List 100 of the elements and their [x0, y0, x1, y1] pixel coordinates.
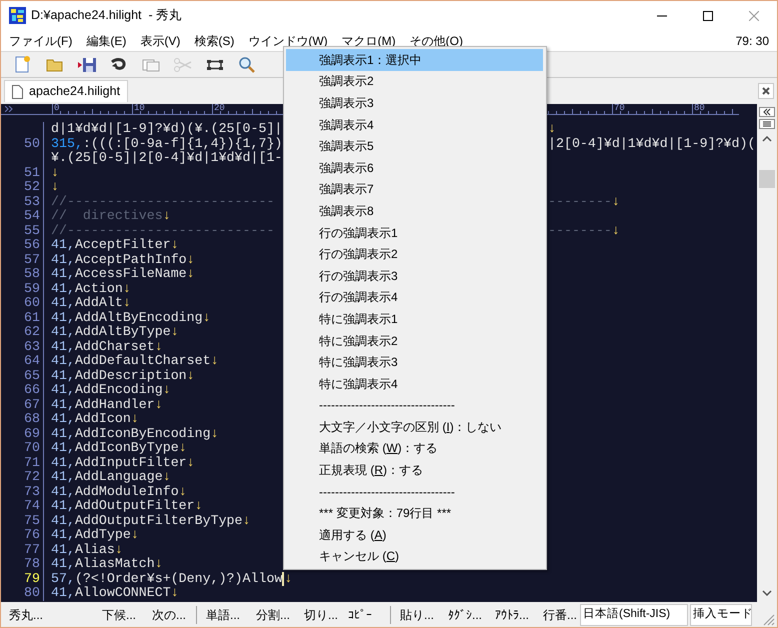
line-end-mark: ↓	[162, 470, 171, 484]
menu-item[interactable]: キャンセル (C)	[286, 546, 543, 568]
line-number: 55	[24, 222, 40, 238]
close-icon	[762, 87, 770, 95]
code-text: 41,	[51, 238, 75, 252]
list-icon[interactable]	[759, 119, 775, 129]
menu-item[interactable]: 強調表示1：選択中	[286, 49, 543, 71]
code-text: AliasMatch	[74, 557, 155, 572]
file-tab[interactable]: apache24.hilight	[4, 80, 128, 102]
collapse-ruler-icon[interactable]	[759, 107, 775, 117]
status-button[interactable]: 分割...	[250, 604, 298, 626]
status-button[interactable]: 行番...	[537, 604, 578, 626]
status-button[interactable]: 下候...	[96, 604, 146, 626]
code-text: 41,	[51, 557, 75, 572]
menu-item[interactable]: 編集(E)	[79, 30, 134, 51]
code-text: 41,	[51, 484, 75, 499]
line-end-mark: ↓	[202, 310, 211, 325]
line-number: 50	[24, 136, 40, 150]
menu-item[interactable]: 強調表示7	[286, 178, 543, 200]
text-cursor	[282, 572, 284, 586]
resize-grip-icon[interactable]	[761, 612, 775, 626]
code-text: 41,	[51, 354, 75, 368]
line-number: 69	[24, 426, 40, 440]
code-text: AddIcon	[74, 412, 131, 426]
code-text: 41,	[51, 514, 75, 528]
line-number: 56	[24, 237, 40, 252]
menu-item[interactable]: 強調表示2	[286, 70, 543, 92]
scroll-up-icon[interactable]	[762, 136, 772, 142]
line-end-mark: ↓	[194, 499, 203, 514]
code-text: Action	[74, 282, 123, 296]
code-text: AddType	[74, 528, 131, 542]
code-text: (?<!Order¥s+(Deny,)?)Allow	[74, 572, 282, 586]
status-button[interactable]: 次の...	[146, 604, 193, 626]
line-end-mark: ↓	[114, 542, 123, 557]
line-number: 61	[24, 310, 40, 324]
menu-item[interactable]: 行の強調表示1	[286, 222, 543, 244]
menu-item[interactable]: 行の強調表示4	[286, 286, 543, 308]
status-button[interactable]: 単語...	[200, 604, 250, 626]
line-number: 65	[24, 368, 40, 382]
line-end-mark: ↓	[186, 368, 195, 383]
code-text: AddAltByType	[74, 325, 171, 340]
code-text: ¥.(25[0-5]|2[0-4]¥d|1¥d¥d|[1-	[51, 151, 282, 166]
code-text: AddAltByEncoding	[74, 310, 203, 325]
code-text: AddLanguage	[74, 470, 163, 484]
code-text: AddInputFilter	[74, 456, 187, 470]
close-tab-button[interactable]	[758, 83, 774, 99]
status-button[interactable]: ﾀｸﾞｼ...	[442, 604, 489, 626]
status-button[interactable]: ｱｳﾄﾗ...	[489, 604, 537, 626]
document-icon	[12, 84, 23, 98]
status-button[interactable]: 秀丸...	[3, 604, 96, 626]
line-end-mark: ↓	[178, 441, 187, 456]
code-text: 41,	[51, 267, 75, 282]
menu-item[interactable]: 特に強調表示1	[286, 308, 543, 330]
line-end-mark: ↓	[51, 166, 59, 180]
line-end-mark: ↓	[210, 354, 219, 368]
code-text: AddCharset	[74, 340, 155, 354]
code-text: AcceptFilter	[74, 238, 171, 252]
menu-item[interactable]: 強調表示3	[286, 92, 543, 114]
code-text: AddEncoding	[74, 383, 163, 398]
menu-item[interactable]: 表示(V)	[133, 30, 188, 51]
line-end-mark: ↓	[162, 209, 171, 224]
menu-item[interactable]: 強調表示6	[286, 156, 543, 179]
code-text: :(((:[0-9a-f]{1,4}){1,7})	[82, 136, 282, 151]
line-number: 77	[24, 542, 40, 556]
line-number: 78	[24, 556, 40, 571]
menu-item[interactable]: 強調表示5	[286, 135, 543, 157]
menu-item[interactable]: 強調表示4	[286, 114, 543, 136]
ruler-label: 10	[133, 104, 145, 113]
menu-item[interactable]: 強調表示8	[286, 200, 543, 222]
status-button[interactable]: ｺﾋﾟｰ	[342, 604, 387, 626]
line-number: 60	[24, 295, 40, 310]
line-end-mark: ↓	[612, 224, 620, 238]
line-number: 59	[24, 280, 40, 296]
menu-item[interactable]: 正規表現 (R)：する	[286, 459, 543, 481]
menu-item[interactable]: ファイル(F)	[2, 30, 80, 51]
code-text: |2[0-4]¥d|1¥d¥d|[1-9]?¥d)(	[548, 136, 756, 151]
line-number: 70	[24, 440, 40, 455]
status-button[interactable]: 切り...	[298, 604, 342, 626]
line-number: 71	[24, 454, 40, 470]
menu-item[interactable]: 大文字／小文字の区別 (I)：しない	[286, 416, 543, 438]
scrollbar-thumb[interactable]	[759, 170, 775, 188]
line-number: 58	[24, 266, 40, 281]
menu-item[interactable]: 行の強調表示2	[286, 243, 543, 265]
menu-item[interactable]: 行の強調表示3	[286, 264, 543, 287]
menu-item[interactable]: 適用する (A)	[286, 524, 543, 546]
menu-item[interactable]: 特に強調表示3	[286, 351, 543, 373]
status-panel: 日本語(Shift-JIS)	[580, 604, 688, 626]
menu-item[interactable]: 特に強調表示4	[286, 372, 543, 394]
line-end-mark: ↓	[51, 180, 59, 194]
menu-item[interactable]: 単語の検索 (W)：する	[286, 438, 543, 460]
menu-item[interactable]: 検索(S)	[187, 30, 242, 51]
line-number: 53	[24, 194, 40, 208]
new-document-icon[interactable]	[13, 54, 33, 74]
status-button[interactable]: 貼り...	[394, 604, 442, 626]
menu-item[interactable]: 特に強調表示2	[286, 330, 543, 352]
code-text: 41,	[51, 528, 75, 542]
scroll-down-icon[interactable]	[762, 590, 772, 596]
collapse-icon[interactable]	[5, 106, 13, 112]
code-text: 41,	[51, 383, 75, 398]
search-icon[interactable]	[237, 54, 257, 74]
